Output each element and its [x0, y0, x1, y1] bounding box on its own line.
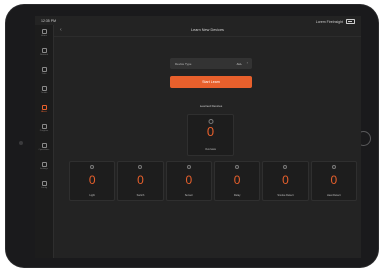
smoke-icon — [283, 165, 288, 169]
sensor-icon — [186, 165, 191, 169]
sidebar-item-label: Data — [41, 73, 47, 75]
trend-icon — [41, 86, 47, 91]
start-learn-button[interactable]: Start Learn — [170, 76, 252, 88]
category-label: Smoke Detect — [277, 194, 294, 197]
category-count: 0 — [185, 173, 193, 187]
alert-icon — [41, 105, 47, 110]
sidebar-item-label: Config — [40, 187, 48, 189]
category-card-switch[interactable]: 0 Switch — [117, 161, 164, 201]
sidebar-item-label: Network — [39, 54, 49, 56]
sidebar-item-label: Program — [39, 130, 49, 132]
home-icon — [41, 29, 47, 34]
chevron-right-icon: › — [246, 59, 248, 65]
category-card-heat-detect[interactable]: 0 Heat Detect — [310, 161, 357, 201]
network-name: Lorem FireInsight — [315, 19, 343, 24]
overview-count: 0 — [206, 124, 215, 139]
sidebar-item-settings[interactable]: Settings — [35, 162, 53, 170]
grid-icon — [41, 48, 47, 53]
status-bar: 12:35 PM Lorem FireInsight — [35, 16, 361, 25]
overview-label: Overview — [205, 148, 216, 151]
gear-icon — [41, 162, 47, 167]
category-label: Light — [89, 194, 95, 197]
app-screen: 12:35 PM Lorem FireInsight Home Network … — [35, 16, 361, 258]
program-icon — [41, 124, 47, 129]
overview-card[interactable]: 0 Overview — [187, 114, 234, 156]
category-count: 0 — [330, 173, 338, 187]
tablet-frame: 12:35 PM Lorem FireInsight Home Network … — [6, 5, 378, 267]
sidebar-item-config[interactable]: Config — [35, 181, 53, 189]
sidebar-item-label: Home — [41, 35, 47, 37]
sidebar-item-label: Trends — [40, 92, 48, 94]
sidebar-item-home[interactable]: Home — [35, 29, 53, 37]
category-count: 0 — [137, 173, 144, 187]
light-icon — [90, 165, 95, 169]
status-right: Lorem FireInsight — [316, 19, 355, 24]
status-time: 12:35 PM — [41, 19, 56, 23]
sidebar: Home Network Data Trends Alerts Program — [35, 25, 54, 258]
sidebar-item-alerts[interactable]: Alerts — [35, 105, 53, 113]
page-title: Learn New Devices — [191, 28, 224, 32]
sidebar-item-data[interactable]: Data — [35, 67, 53, 75]
top-bar: ‹ Learn New Devices — [54, 25, 361, 37]
sidebar-item-program[interactable]: Program — [35, 124, 53, 132]
sidebar-item-operations[interactable]: Operations — [35, 143, 53, 151]
sidebar-item-label: Operations — [38, 149, 50, 151]
heat-icon — [331, 165, 336, 169]
category-label: Switch — [136, 194, 145, 197]
category-card-sensor[interactable]: 0 Sensor — [165, 161, 212, 201]
ops-icon — [41, 143, 47, 148]
camera-dot — [19, 141, 23, 145]
sidebar-item-network[interactable]: Network — [35, 48, 53, 56]
category-label: Heat Detect — [326, 194, 341, 197]
selector-label: Device Type — [175, 61, 192, 66]
category-count: 0 — [88, 173, 96, 187]
section-title: Learned Devices — [199, 104, 223, 108]
sidebar-item-label: Settings — [40, 168, 48, 170]
category-row: 0 Light 0 Switch 0 Sensor 0 Relay 0 Smok… — [69, 161, 357, 201]
category-label: Sensor — [184, 194, 193, 197]
category-card-smoke-detect[interactable]: 0 Smoke Detect — [262, 161, 309, 201]
battery-icon — [346, 19, 355, 24]
category-card-light[interactable]: 0 Light — [69, 161, 116, 201]
sidebar-item-label: Alerts — [41, 111, 47, 113]
category-count: 0 — [282, 173, 289, 187]
category-card-relay[interactable]: 0 Relay — [213, 161, 261, 201]
relay-icon — [235, 165, 240, 169]
category-count: 0 — [233, 173, 241, 187]
device-type-selector[interactable]: Device Type ALL › — [170, 58, 252, 69]
sidebar-item-trends[interactable]: Trends — [35, 86, 53, 94]
config-icon — [41, 181, 47, 186]
switch-icon — [138, 165, 143, 169]
selector-value: ALL — [236, 61, 242, 66]
category-label: Relay — [233, 194, 241, 197]
folder-icon — [41, 67, 47, 72]
